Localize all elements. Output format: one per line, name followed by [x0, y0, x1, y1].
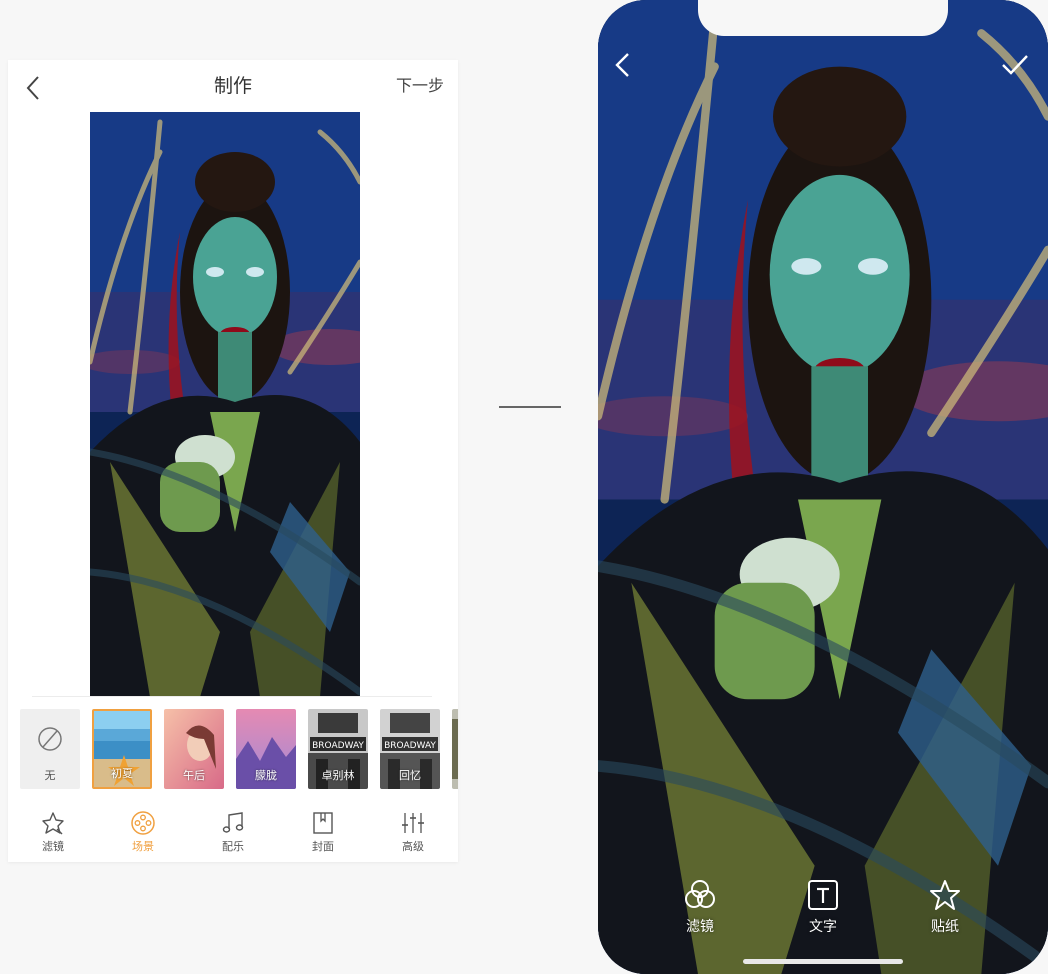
- scene-memories[interactable]: BROADWAY 回忆: [380, 709, 440, 789]
- tab-label: 滤镜: [42, 840, 64, 853]
- scene-label: 回忆: [399, 769, 421, 782]
- tab-advanced[interactable]: 高级: [368, 806, 458, 862]
- tool-label: 贴纸: [931, 919, 959, 935]
- cover-bookmark-icon: [313, 812, 333, 834]
- scene-none[interactable]: 无: [20, 709, 80, 789]
- video-preview: [90, 112, 360, 697]
- tab-cover[interactable]: 封面: [278, 806, 368, 862]
- scene-misty[interactable]: 朦胧: [236, 709, 296, 789]
- tab-music[interactable]: 配乐: [188, 806, 278, 862]
- phone-notch: [698, 0, 948, 36]
- connector-line: [499, 406, 561, 408]
- filter-circles-icon: [685, 880, 715, 908]
- home-indicator[interactable]: [743, 959, 903, 964]
- scene-label: 卓别林: [321, 769, 355, 782]
- filter-icon: [42, 812, 64, 835]
- star-sticker-icon: [930, 880, 960, 910]
- scene-strip[interactable]: 无 初夏 午后 朦胧 BROADWAY 卓别林 BROADWAY 回忆: [20, 709, 458, 791]
- tab-label: 高级: [402, 840, 424, 853]
- tab-label: 配乐: [222, 840, 244, 853]
- scene-label: 午后: [183, 769, 205, 782]
- scene-partial[interactable]: [452, 709, 458, 789]
- back-icon[interactable]: [612, 50, 636, 80]
- divider: [32, 696, 432, 697]
- music-note-icon: [222, 812, 244, 833]
- svg-text:BROADWAY: BROADWAY: [312, 741, 364, 751]
- scene-thumb: [452, 709, 458, 789]
- page-title: 制作: [213, 75, 252, 97]
- scene-chaplin[interactable]: BROADWAY 卓别林: [308, 709, 368, 789]
- sliders-icon: [402, 813, 424, 833]
- check-icon[interactable]: [1000, 52, 1030, 78]
- tab-label: 封面: [312, 840, 334, 853]
- tool-label: 滤镜: [686, 919, 714, 935]
- tab-scene[interactable]: 场景: [98, 806, 188, 862]
- phone-tool-sticker[interactable]: 贴纸: [905, 878, 985, 936]
- tab-label: 场景: [132, 840, 154, 853]
- svg-text:BROADWAY: BROADWAY: [384, 741, 436, 751]
- tool-label: 文字: [809, 919, 837, 935]
- editor-panel: 制作 下一步 无 初夏 午后 朦胧 BROADWAY 卓别林 BROADWAY …: [8, 60, 458, 862]
- scene-label: 无: [44, 769, 56, 782]
- tab-filter[interactable]: 滤镜: [8, 806, 98, 862]
- text-box-icon: [808, 880, 838, 910]
- next-step-button[interactable]: 下一步: [396, 60, 444, 112]
- phone-tool-text[interactable]: 文字: [783, 878, 863, 936]
- scene-reel-icon: [131, 811, 155, 835]
- scene-afternoon[interactable]: 午后: [164, 709, 224, 789]
- scene-label: 朦胧: [255, 769, 277, 782]
- phone-tool-filter[interactable]: 滤镜: [660, 878, 740, 936]
- phone-preview: 滤镜 文字 贴纸: [598, 0, 1048, 974]
- editor-header: 制作 下一步: [8, 60, 458, 112]
- fullscreen-image: [598, 0, 1048, 974]
- bottom-tab-bar: 滤镜 场景 配乐 封面 高级: [8, 806, 458, 862]
- scene-label: 初夏: [111, 767, 133, 780]
- scene-early-summer[interactable]: 初夏: [92, 709, 152, 789]
- preview-image: [90, 112, 360, 697]
